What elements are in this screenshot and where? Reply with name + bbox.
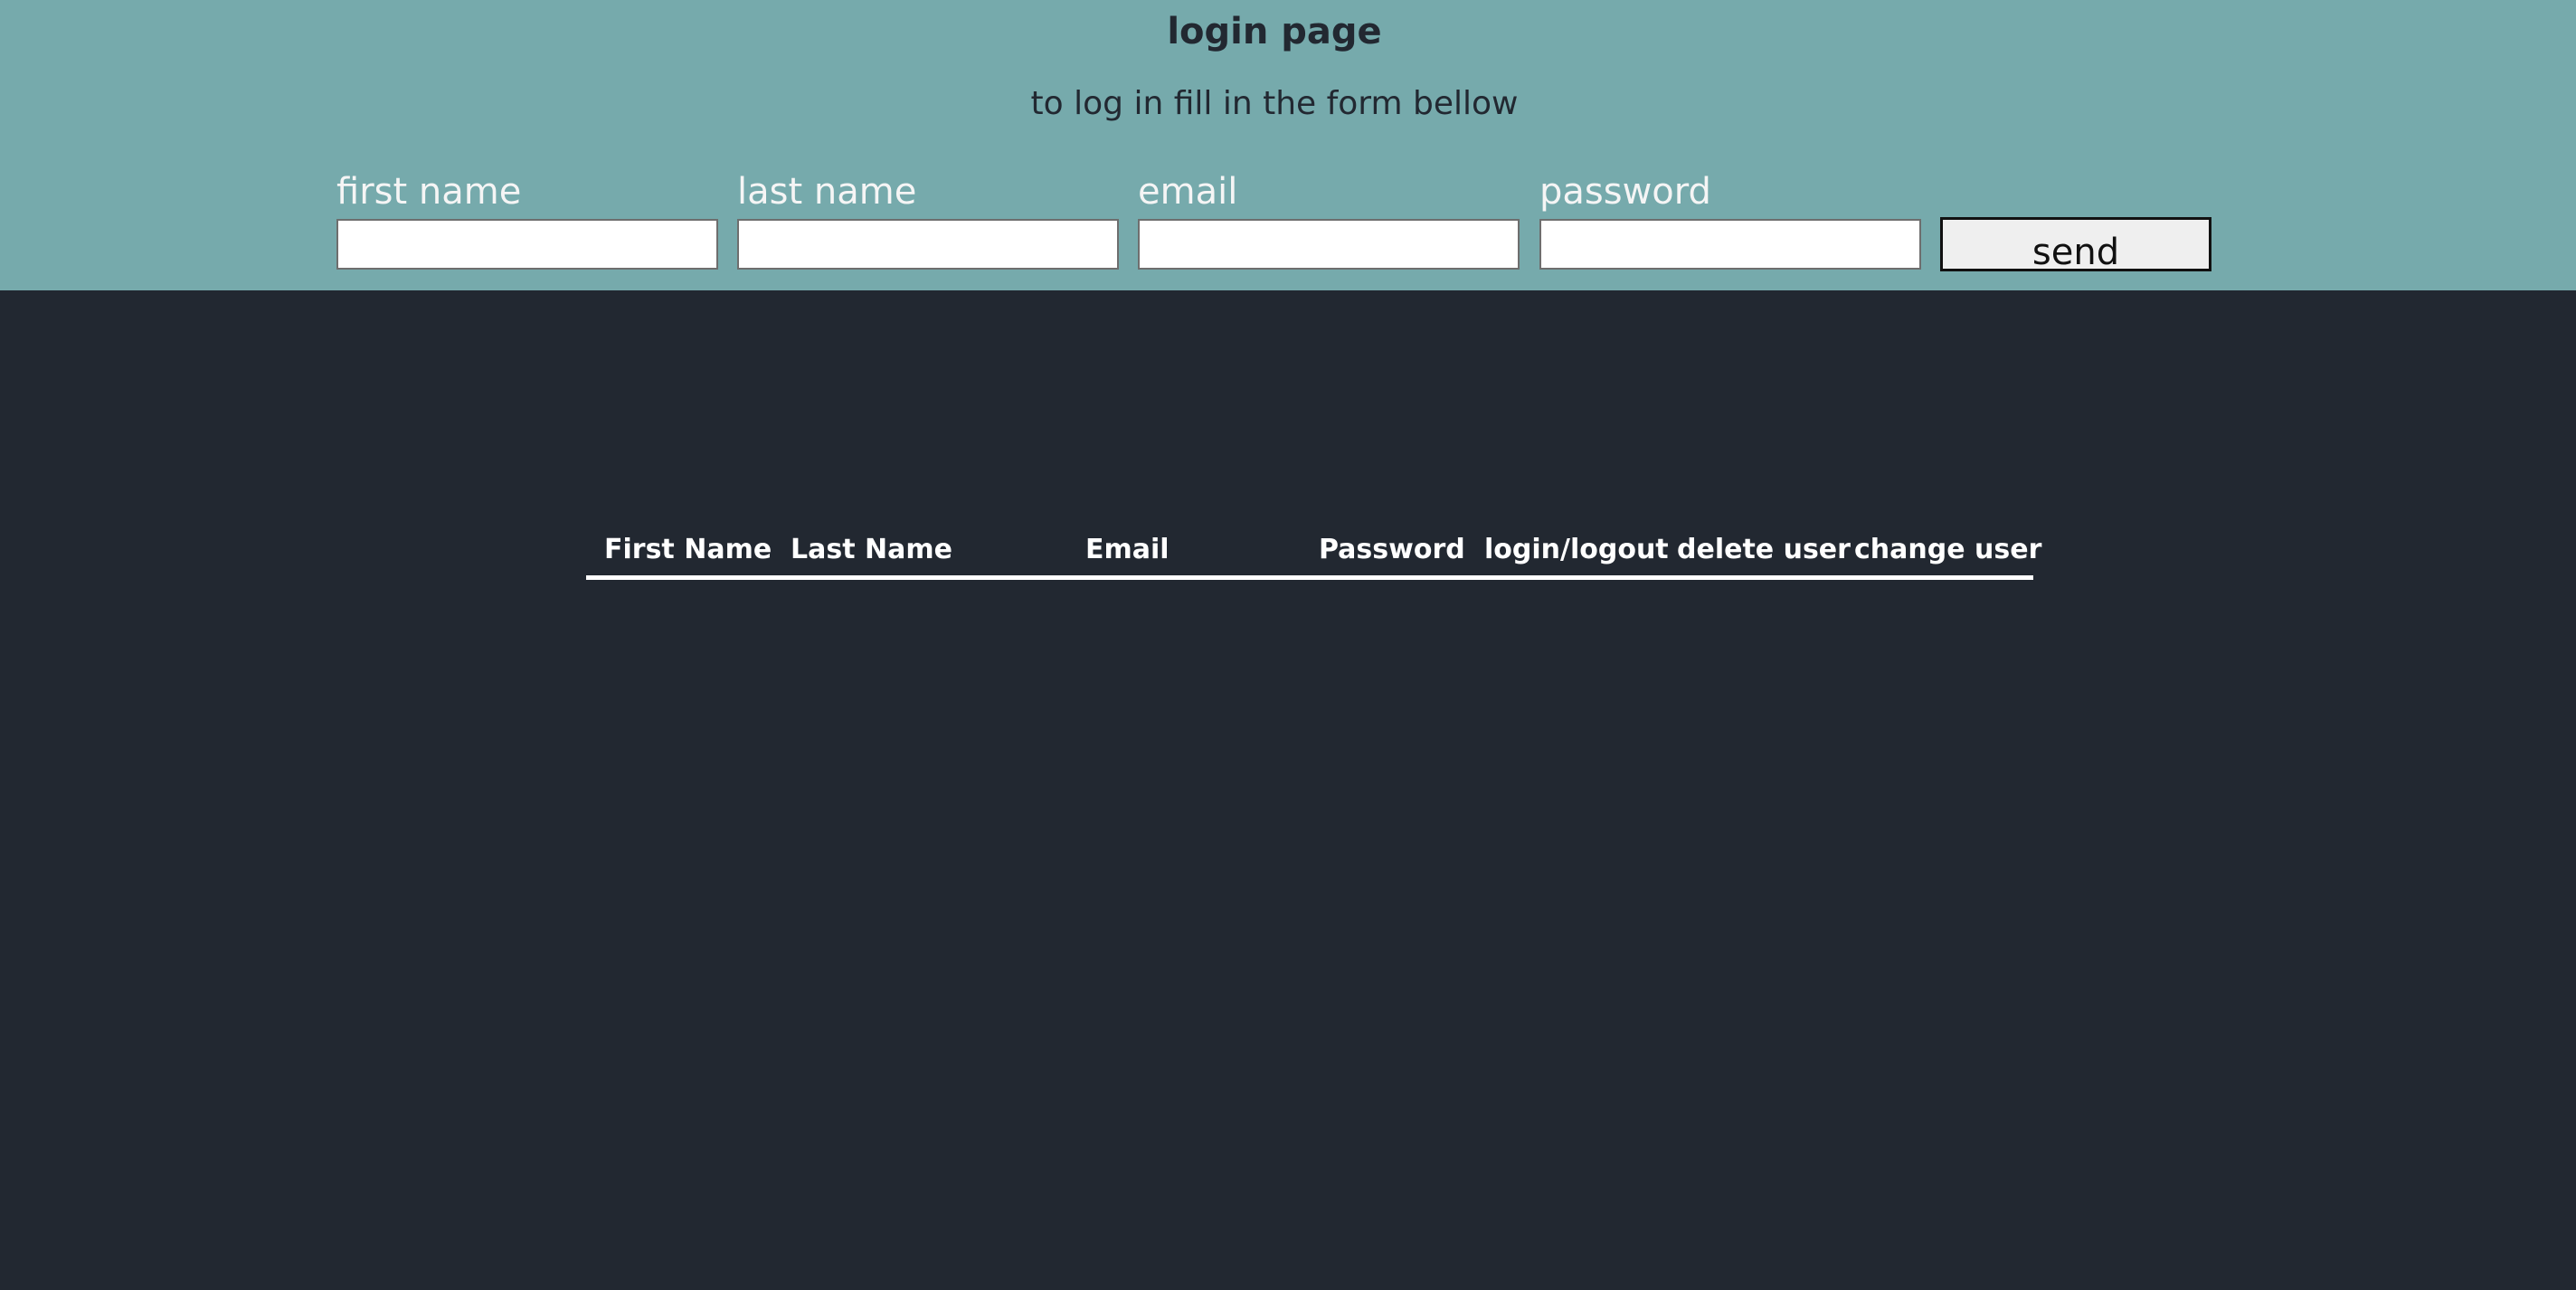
password-label: password xyxy=(1539,171,1711,213)
first-name-input[interactable] xyxy=(336,219,718,270)
column-header-delete-user: delete user xyxy=(1677,534,1851,565)
send-button[interactable]: send xyxy=(1940,217,2211,273)
first-name-label: first name xyxy=(336,171,522,213)
header: login page to log in fill in the form be… xyxy=(0,0,2576,290)
users-table: First Name Last Name Email Password logi… xyxy=(586,525,2041,580)
password-input[interactable] xyxy=(1539,219,1921,270)
column-header-last-name: Last Name xyxy=(791,534,952,565)
column-header-first-name: First Name xyxy=(604,534,772,565)
column-header-email: Email xyxy=(1085,534,1170,565)
email-input[interactable] xyxy=(1138,219,1520,270)
column-header-change-user: change user xyxy=(1854,534,2042,565)
last-name-label: last name xyxy=(737,171,917,213)
column-header-login-logout: login/logout xyxy=(1484,534,1669,565)
email-label: email xyxy=(1138,171,1238,213)
column-header-password: Password xyxy=(1319,534,1465,565)
page-subtitle: to log in fill in the form bellow xyxy=(1030,85,1519,122)
page-title: login page xyxy=(1167,11,1382,52)
last-name-input[interactable] xyxy=(737,219,1119,270)
